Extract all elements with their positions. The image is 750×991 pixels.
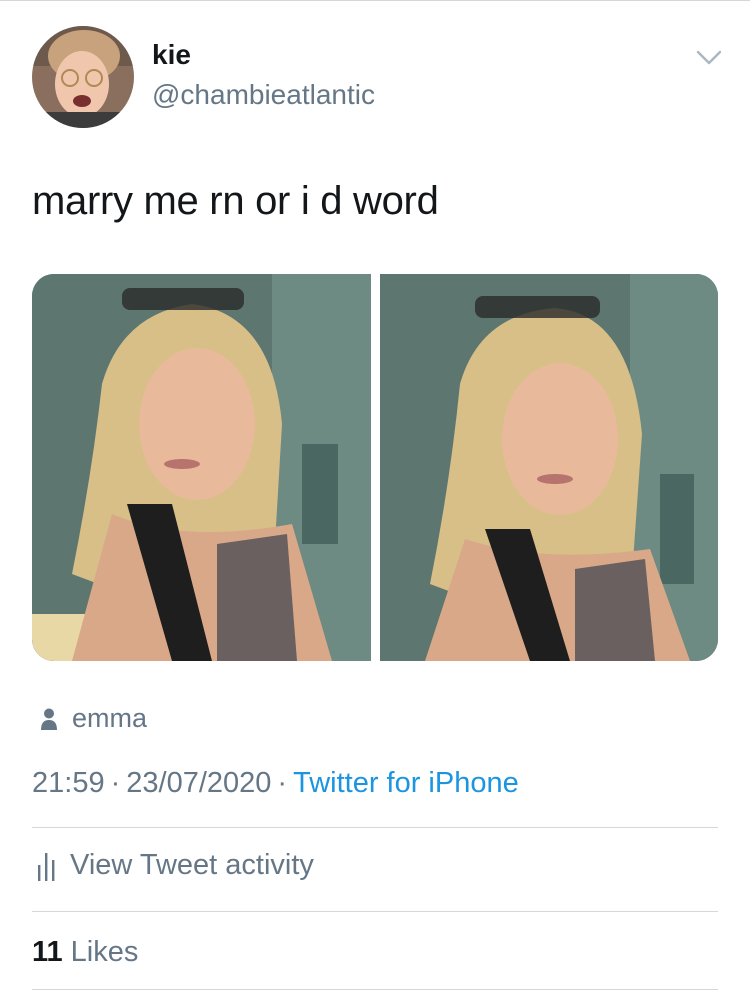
display-name[interactable]: kie [152, 39, 191, 71]
avatar[interactable] [32, 26, 134, 128]
view-tweet-activity-label: View Tweet activity [70, 849, 314, 881]
tweet-meta: 21:59 · 23/07/2020 · Twitter for iPhone [32, 767, 519, 800]
likes-stat[interactable]: 11 Likes [32, 936, 138, 969]
tweet-detail: kie @chambieatlantic marry me rn or i d … [0, 0, 750, 991]
tweet-text: marry me rn or i d word [32, 179, 439, 223]
view-tweet-activity[interactable]: View Tweet activity [36, 849, 314, 882]
divider [32, 911, 718, 912]
tweet-photo-1[interactable] [32, 274, 371, 661]
likes-count: 11 [32, 936, 63, 968]
tweet-source-link[interactable]: Twitter for iPhone [293, 767, 519, 799]
separator: · [110, 767, 121, 799]
divider [32, 989, 718, 990]
user-handle[interactable]: @chambieatlantic [152, 79, 375, 111]
bar-chart-icon [38, 852, 55, 881]
tweet-date: 23/07/2020 [126, 767, 272, 799]
person-icon [41, 708, 57, 730]
tagged-user[interactable]: emma [40, 703, 147, 734]
divider [32, 827, 718, 828]
tweet-time: 21:59 [32, 767, 105, 799]
tweet-photo-2[interactable] [379, 274, 718, 661]
tweet-media [32, 274, 718, 661]
tagged-user-name: emma [72, 703, 148, 733]
likes-label: Likes [70, 936, 139, 968]
separator: · [277, 767, 288, 799]
chevron-down-icon[interactable] [696, 49, 722, 67]
